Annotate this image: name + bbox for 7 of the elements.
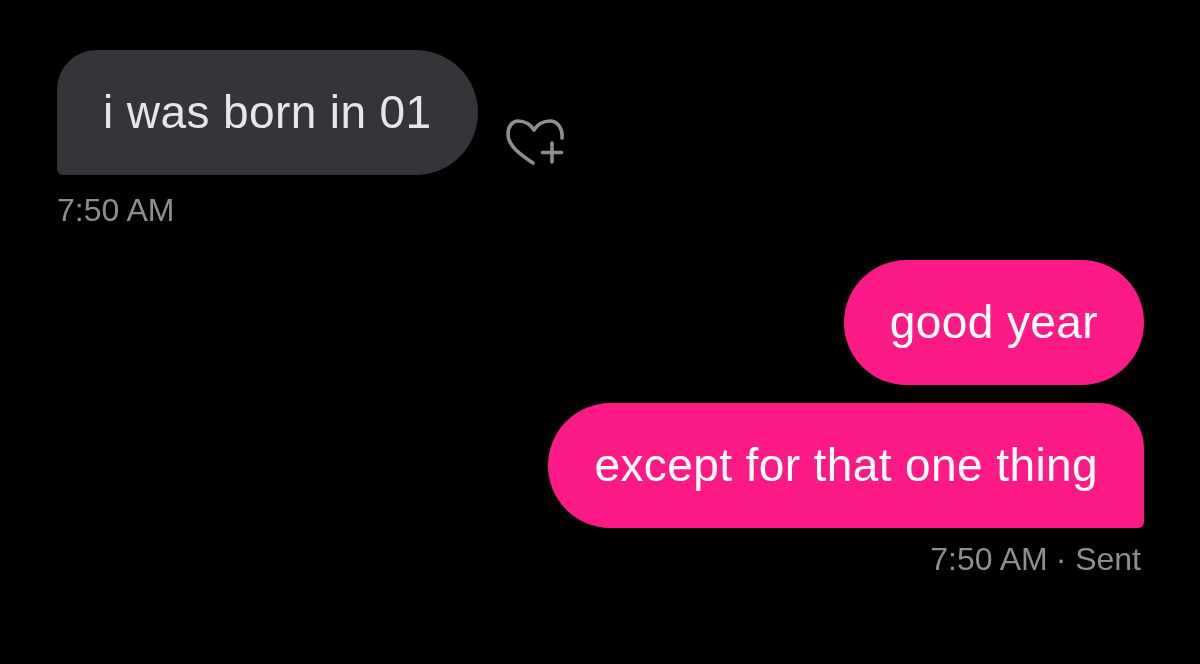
sent-status: · Sent [1055,541,1141,577]
message-timestamp: 7:50 AM [57,192,175,228]
sent-message-bubble: good year [843,260,1144,385]
message-timestamp: 7:50 AM [930,541,1048,577]
heart-plus-icon[interactable] [505,119,564,165]
received-message-bubble: i was born in 01 [57,50,478,175]
sent-message-bubble: except for that one thing [548,403,1144,528]
